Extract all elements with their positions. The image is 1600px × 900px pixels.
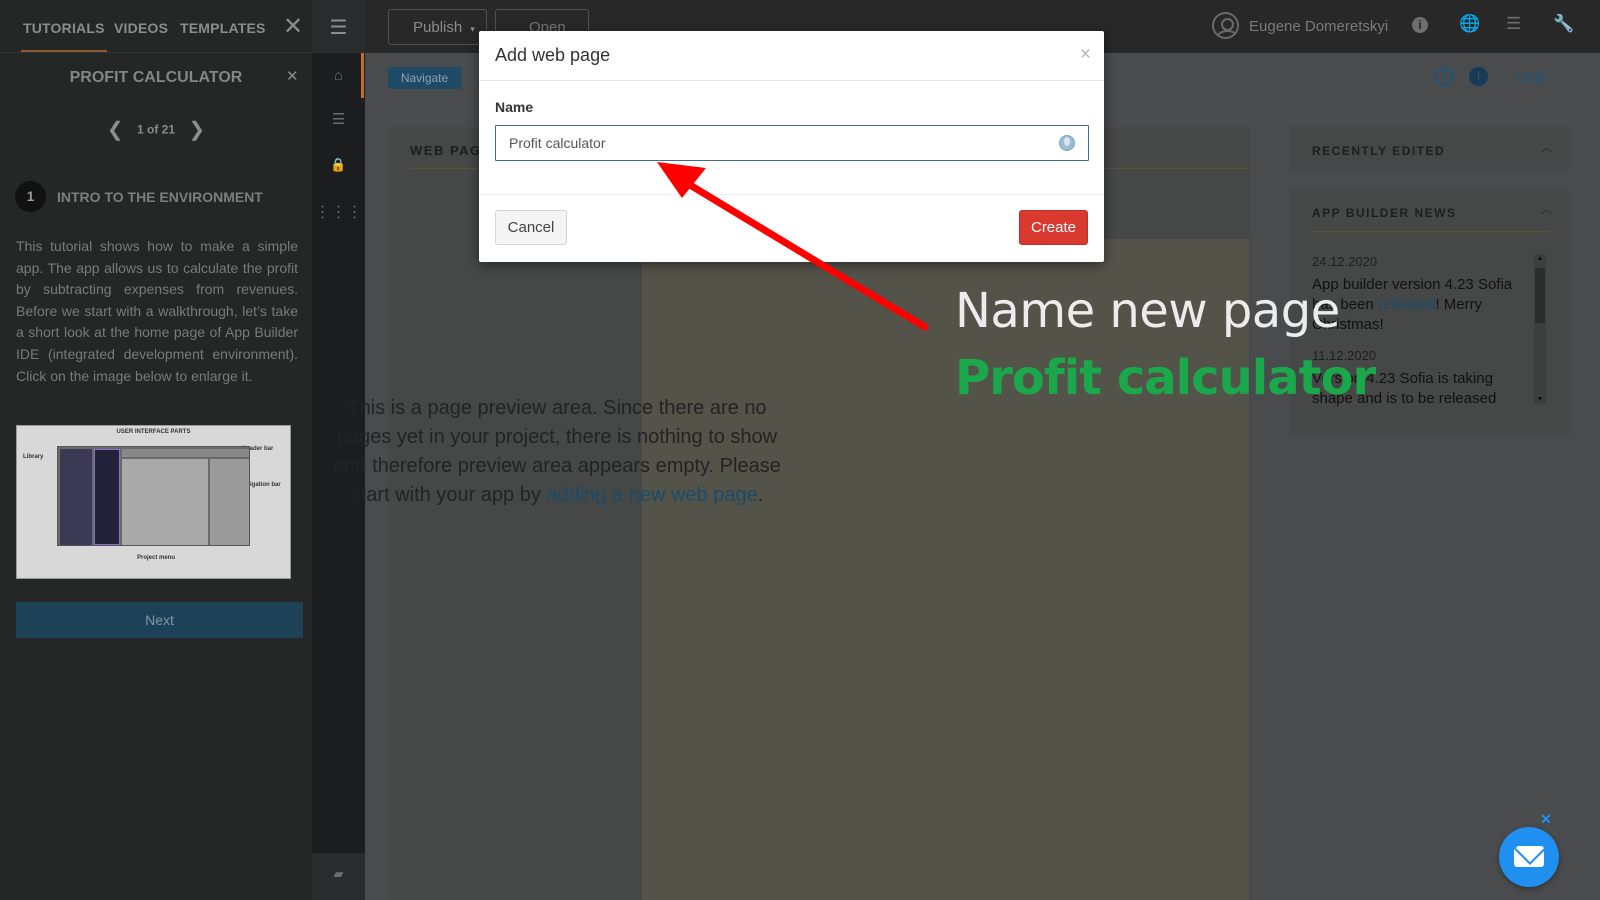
publish-label: Publish	[413, 19, 463, 36]
scroll-up-icon[interactable]: ▲	[1534, 255, 1546, 262]
news-scrollbar[interactable]: ▲ ▼	[1534, 254, 1546, 404]
tutorial-pager: ❮ 1 of 21 ❯	[0, 117, 312, 142]
next-button[interactable]: Next	[16, 602, 303, 638]
info-icon[interactable]: i	[1412, 17, 1428, 33]
chevron-left-icon[interactable]: ❮	[107, 117, 124, 142]
released-link[interactable]: released	[1378, 296, 1436, 313]
book-icon: ▰	[333, 866, 344, 881]
globe-icon[interactable]: 🌐	[1459, 14, 1480, 34]
lock-icon[interactable]: 🔒	[312, 157, 365, 173]
dialog-header: Add web page ×	[479, 31, 1104, 81]
help-circle-icon[interactable]: ?	[1435, 67, 1454, 86]
hamburger-icon: ☰	[329, 17, 348, 39]
news-title: APP BUILDER NEWS	[1312, 206, 1457, 220]
home-icon[interactable]: ⌂	[312, 53, 365, 98]
chevron-right-icon[interactable]: ❯	[188, 117, 205, 142]
create-button[interactable]: Create	[1019, 210, 1088, 245]
add-web-page-dialog: Add web page × Name Cancel Create	[479, 31, 1104, 262]
pager-text: 1 of 21	[136, 122, 175, 137]
menu-toggle[interactable]: ☰	[312, 0, 365, 53]
tutorial-body-text: This tutorial shows how to make a simple…	[16, 238, 298, 384]
add-web-page-link[interactable]: adding a new web page	[546, 484, 757, 506]
chat-button[interactable]	[1499, 827, 1559, 887]
dialog-title: Add web page	[495, 45, 611, 65]
cancel-button[interactable]: Cancel	[495, 210, 567, 245]
chevron-up-icon[interactable]: ︿	[1541, 139, 1552, 155]
preview-text-end: .	[757, 484, 764, 506]
close-icon[interactable]: ×	[1080, 44, 1091, 66]
grid-icon[interactable]: ⋮⋮⋮	[312, 202, 365, 222]
list-icon[interactable]: ☰	[312, 110, 365, 128]
navigate-button[interactable]: Navigate	[388, 67, 461, 89]
tutorial-panel: TUTORIALS VIDEOS TEMPLATES ✕ PROFIT CALC…	[0, 0, 312, 900]
rail-footer[interactable]: ▰	[312, 853, 365, 900]
tutorial-title: PROFIT CALCULATOR	[69, 69, 243, 86]
page-name-input[interactable]	[495, 125, 1089, 161]
image-label-project-menu: Project menu	[137, 555, 176, 561]
ui-parts-image[interactable]: USER INTERFACE PARTS Library Header bar …	[16, 425, 291, 579]
publish-button[interactable]: Publish ▾	[388, 9, 487, 45]
annotation-title: Name new page	[955, 283, 1340, 339]
user-name[interactable]: Eugene Domeretskyi	[1249, 18, 1388, 35]
close-tutorials-icon[interactable]: ✕	[283, 12, 303, 41]
image-screen-thumbnail	[57, 446, 250, 546]
dialog-divider	[479, 194, 1104, 195]
tutorial-tabs: TUTORIALS VIDEOS TEMPLATES ✕	[0, 0, 312, 53]
scroll-thumb[interactable]	[1535, 268, 1545, 323]
recently-edited-panel: RECENTLY EDITED ︿	[1290, 127, 1572, 170]
preview-empty-message: This is a page preview area. Since there…	[323, 394, 791, 510]
chevron-up-icon[interactable]: ︿	[1541, 201, 1552, 217]
list-view-icon[interactable]: ☰	[1506, 14, 1521, 34]
step-title: INTRO TO THE ENVIRONMENT	[57, 189, 263, 205]
news-item-text: App builder version 4.23 Sofia has been …	[1312, 275, 1524, 335]
name-label: Name	[495, 99, 534, 115]
active-indicator	[361, 53, 364, 98]
recently-edited-title: RECENTLY EDITED	[1312, 144, 1446, 158]
close-tutorial-icon[interactable]: ✕	[286, 67, 299, 85]
globe-icon[interactable]	[1059, 135, 1075, 151]
image-title: USER INTERFACE PARTS	[116, 429, 191, 435]
image-label-library: Library	[23, 454, 44, 460]
user-avatar-icon[interactable]	[1212, 12, 1239, 39]
divider	[1312, 231, 1550, 232]
tab-videos[interactable]: VIDEOS	[114, 20, 168, 36]
scroll-down-icon[interactable]: ▼	[1534, 396, 1546, 403]
envelope-icon	[1514, 846, 1544, 867]
alert-badge-icon[interactable]: !	[1469, 67, 1488, 86]
close-chat-icon[interactable]: ✕	[1540, 811, 1552, 828]
wrench-icon[interactable]: 🔧	[1553, 14, 1574, 34]
caret-down-icon: ▾	[470, 24, 475, 34]
step-number: 1	[15, 181, 46, 212]
tab-templates[interactable]: TEMPLATES	[180, 20, 266, 36]
help-link[interactable]: Help	[1516, 69, 1547, 86]
news-date: 24.12.2020	[1312, 254, 1378, 269]
tab-tutorials[interactable]: TUTORIALS	[21, 20, 107, 52]
annotation-value: Profit calculator	[955, 350, 1376, 406]
